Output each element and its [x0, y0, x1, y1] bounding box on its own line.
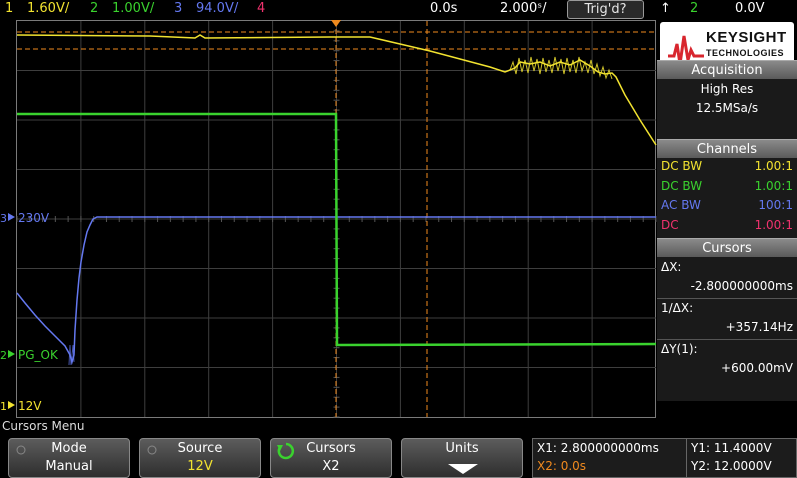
channel-probe-ratio: 1.00:1 — [754, 217, 793, 232]
cursors-header: Cursors — [657, 238, 797, 257]
channel-probe-ratio: 1.00:1 — [754, 178, 793, 193]
x1-readout: X1: 2.800000000ms — [537, 441, 659, 455]
channel-coupling: DC BW — [661, 159, 703, 173]
down-arrow-icon — [448, 464, 478, 474]
ch3-waveform-spike — [68, 344, 75, 366]
mode-value: Manual — [45, 459, 93, 474]
ch3-label: 230V — [18, 211, 50, 225]
svg-text:2: 2 — [0, 349, 7, 362]
x2-readout: X2: 0.0s — [537, 459, 587, 473]
cursors-label: Cursors — [306, 441, 356, 456]
units-softkey[interactable]: Units — [401, 438, 523, 478]
ch1-label: 12V — [18, 399, 42, 413]
info-panel: KEYSIGHT TECHNOLOGIES Acquisition High R… — [657, 20, 797, 438]
cursors-softkey[interactable]: Cursors X2 — [270, 438, 392, 478]
cursors-section: ΔX: -2.800000000ms 1/ΔX: +357.14Hz ΔY(1)… — [657, 257, 797, 401]
inv-delta-x-label: 1/ΔX: — [661, 301, 694, 315]
source-label: Source — [177, 441, 223, 456]
source-value: 12V — [187, 459, 213, 474]
y1-readout: Y1: 11.4000V — [691, 441, 772, 455]
delta-x-value: -2.800000000ms — [690, 279, 793, 293]
ch1-noise — [509, 56, 613, 80]
channel-coupling: DC BW — [661, 178, 703, 193]
channel-probe-ratio: 1.00:1 — [754, 159, 793, 173]
svg-text:3: 3 — [0, 212, 7, 225]
ch2-label: PG_OK — [18, 348, 59, 362]
trigger-position-marker[interactable] — [331, 20, 341, 27]
delta-y-value: +600.00mV — [721, 361, 793, 375]
acquisition-mode: High Res — [700, 82, 754, 96]
mode-softkey[interactable]: Mode Manual — [8, 438, 130, 478]
brand-name: KEYSIGHT — [706, 29, 787, 46]
softkey-indicator-icon — [147, 445, 157, 455]
delta-y-label: ΔY(1): — [661, 342, 698, 356]
delta-x-label: ΔX: — [661, 260, 682, 274]
channel-probe-ratio: 100:1 — [758, 198, 793, 212]
ch2-ground-marker[interactable]: 2 PG_OK — [0, 348, 59, 362]
cursor-readout: X1: 2.800000000ms X2: 0.0s Y1: 11.4000V … — [532, 438, 797, 478]
inv-delta-x-value: +357.14Hz — [725, 320, 793, 334]
source-softkey[interactable]: Source 12V — [139, 438, 261, 478]
units-label: Units — [445, 441, 479, 456]
ch3-ground-marker[interactable]: 3 230V — [0, 211, 50, 225]
channels-header: Channels — [657, 139, 797, 158]
channel-coupling: AC BW — [661, 198, 701, 212]
acquisition-header: Acquisition — [657, 60, 797, 79]
channel-coupling: DC — [661, 217, 679, 232]
mode-label: Mode — [51, 441, 87, 456]
menu-title: Cursors Menu — [2, 419, 85, 433]
sample-rate: 12.5MSa/s — [695, 101, 759, 115]
brand-sub: TECHNOLOGIES — [706, 48, 785, 58]
ch2-waveform — [17, 112, 657, 347]
acquisition-section: High Res 12.5MSa/s — [657, 79, 797, 139]
channels-section: DC BW 1.00:1 DC BW 1.00:1 AC BW 100:1 DC 1.00:1 — [657, 158, 797, 238]
y2-readout: Y2: 12.0000V — [691, 459, 772, 473]
ch1-ground-marker[interactable]: 1 12V — [0, 399, 42, 413]
cursors-value: X2 — [322, 459, 340, 474]
svg-text:1: 1 — [0, 400, 7, 413]
softkey-indicator-icon — [16, 445, 26, 455]
